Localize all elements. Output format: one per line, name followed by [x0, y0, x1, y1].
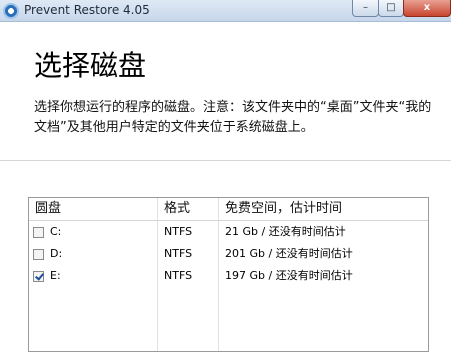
close-button[interactable]: x: [403, 0, 451, 17]
empty-cell: [219, 331, 428, 351]
drive-label: D:: [50, 247, 63, 260]
title-bar[interactable]: Prevent Restore 4.05 – □ x: [0, 0, 451, 22]
empty-cell: [29, 331, 158, 351]
table-row[interactable]: D: NTFS 201 Gb / 还没有时间估计: [29, 243, 428, 265]
maximize-button[interactable]: □: [378, 0, 404, 17]
empty-cell: [219, 287, 428, 309]
free-space-cell: 197 Gb / 还没有时间估计: [225, 269, 353, 282]
page-description: 选择你想运行的程序的磁盘。注意：该文件夹中的“桌面”文件夹“我的文档”及其他用户…: [34, 100, 432, 135]
drive-cell: E:: [29, 265, 158, 287]
drive-cell: D:: [29, 243, 158, 265]
empty-cell: [29, 309, 158, 331]
drive-label: E:: [50, 269, 61, 282]
empty-row: [29, 287, 428, 309]
empty-row: [29, 331, 428, 351]
drive-checkbox[interactable]: [33, 270, 44, 282]
format-cell: NTFS: [158, 243, 219, 265]
table-row[interactable]: E: NTFS 197 Gb / 还没有时间估计: [29, 265, 428, 287]
empty-cell: [158, 331, 219, 351]
list-header: 圆盘 格式 免费空间，估计时间: [29, 198, 428, 221]
free-space-cell: 201 Gb / 还没有时间估计: [225, 247, 353, 260]
empty-row: [29, 309, 428, 331]
window-title: Prevent Restore 4.05: [24, 3, 150, 17]
empty-cell: [158, 287, 219, 309]
column-header-free-space[interactable]: 免费空间，估计时间: [219, 198, 428, 220]
free-space-cell: 21 Gb / 还没有时间估计: [225, 225, 346, 238]
disk-list[interactable]: 圆盘 格式 免费空间，估计时间 C: NTFS 21 Gb / 还没有时间估计 …: [28, 197, 429, 352]
column-header-format[interactable]: 格式: [158, 198, 219, 220]
empty-cell: [219, 309, 428, 331]
minimize-button[interactable]: –: [352, 0, 379, 17]
drive-label: C:: [50, 225, 62, 238]
format-cell: NTFS: [158, 265, 219, 287]
drive-checkbox[interactable]: [33, 248, 44, 260]
drive-checkbox[interactable]: [33, 226, 44, 238]
empty-cell: [158, 309, 219, 331]
column-header-disk[interactable]: 圆盘: [29, 198, 158, 220]
divider: [0, 160, 451, 161]
app-icon: [3, 3, 19, 19]
format-cell: NTFS: [158, 221, 219, 243]
page-title: 选择磁盘: [34, 49, 147, 82]
drive-cell: C:: [29, 221, 158, 243]
table-row[interactable]: C: NTFS 21 Gb / 还没有时间估计: [29, 221, 428, 243]
empty-cell: [29, 287, 158, 309]
